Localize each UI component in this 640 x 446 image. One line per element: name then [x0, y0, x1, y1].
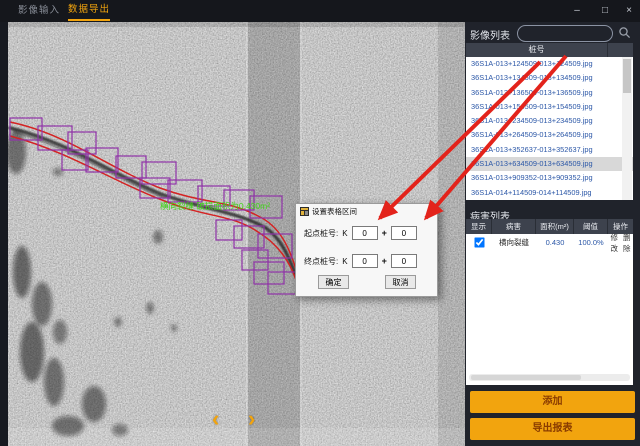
show-defect-checkbox[interactable] [474, 237, 484, 247]
list-item[interactable]: 36S1A-013+634509-013+634509.jpg [466, 157, 633, 171]
defect-list: 横向裂缝 0.430 100.0% 修改 删除 [466, 234, 633, 385]
defect-threshold: 100.0% [574, 238, 608, 247]
list-item[interactable]: 36S1A-013+264509-013+264509.jpg [466, 128, 633, 142]
end-stake-row: 终点桩号: K + [304, 254, 417, 268]
dialog-title: 设置表格区间 [312, 206, 357, 217]
horizontal-scrollbar[interactable] [469, 374, 630, 381]
tab-image-input[interactable]: 影像输入 [18, 0, 60, 22]
next-image-button[interactable]: › [248, 408, 255, 430]
list-item[interactable]: 36S1A-013+136509-013+136509.jpg [466, 86, 633, 100]
search-box [517, 25, 613, 42]
prev-image-button[interactable]: ‹ [212, 408, 219, 430]
table-row: 横向裂缝 0.430 100.0% 修改 删除 [466, 234, 633, 251]
image-list-header: 桩号 [466, 43, 633, 57]
start-stake-km-input[interactable] [352, 226, 378, 240]
column-area: 面积(m²) [536, 219, 574, 234]
start-stake-m-input[interactable] [391, 226, 417, 240]
scrollbar-thumb[interactable] [623, 59, 631, 93]
top-bar: 影像输入 数据导出 – □ × [0, 0, 640, 22]
end-stake-m-input[interactable] [391, 254, 417, 268]
export-report-button[interactable]: 导出报表 [470, 418, 635, 440]
cancel-button[interactable]: 取消 [385, 275, 416, 289]
image-list: 36S1A-013+124509-013+124509.jpg36S1A-013… [466, 57, 633, 200]
start-stake-label: 起点桩号: [304, 228, 338, 239]
search-icon[interactable] [618, 26, 631, 39]
add-button[interactable]: 添加 [470, 391, 635, 413]
list-item[interactable]: 36S1A-014+114509-014+114509.jpg [466, 186, 633, 200]
search-input[interactable] [525, 30, 609, 44]
column-defect: 病害 [492, 219, 536, 234]
stake-prefix: K [342, 257, 347, 266]
dialog-close-button[interactable]: × [428, 204, 433, 218]
ok-button[interactable]: 确定 [318, 275, 349, 289]
list-item[interactable]: 36S1A-013+352637-013+352637.jpg [466, 143, 633, 157]
stake-prefix: K [342, 229, 347, 238]
plus-sign: + [382, 228, 387, 238]
column-stake-number: 桩号 [466, 43, 608, 57]
plus-sign: + [382, 256, 387, 266]
list-item[interactable]: 36S1A-013+124509-013+124509.jpg [466, 57, 633, 71]
column-show: 显示 [466, 219, 492, 234]
set-table-range-dialog: 设置表格区间 × 起点桩号: K + 终点桩号: K + 确定 取消 [295, 203, 438, 297]
minimize-icon[interactable]: – [568, 0, 586, 22]
vertical-scrollbar[interactable] [622, 57, 632, 200]
end-stake-label: 终点桩号: [304, 256, 338, 267]
end-stake-km-input[interactable] [352, 254, 378, 268]
close-icon[interactable]: × [620, 0, 638, 22]
defect-area: 0.430 [536, 238, 574, 247]
dialog-icon [300, 207, 309, 216]
list-item[interactable]: 36S1A-013+134509-013+134509.jpg [466, 71, 633, 85]
defect-annotation-label: 横向裂缝 破损面积为0.430m² [160, 201, 270, 211]
column-threshold: 阈值 [574, 219, 608, 234]
start-stake-row: 起点桩号: K + [304, 226, 417, 240]
list-item[interactable]: 36S1A-013+154509-013+154509.jpg [466, 100, 633, 114]
right-panel: 影像列表 桩号 36S1A-013+124509-013+124509.jpg3… [465, 22, 640, 446]
delete-link[interactable]: 删除 [623, 232, 632, 254]
list-item[interactable]: 36S1A-013+909352-013+909352.jpg [466, 171, 633, 185]
left-margin [0, 22, 8, 446]
dialog-title-bar: 设置表格区间 × [296, 204, 437, 218]
image-list-title: 影像列表 [470, 27, 510, 42]
list-item[interactable]: 36S1A-013+234509-013+234509.jpg [466, 114, 633, 128]
defect-name: 横向裂缝 [492, 237, 536, 248]
scrollbar-thumb[interactable] [471, 375, 581, 380]
tab-data-export[interactable]: 数据导出 [68, 0, 110, 21]
maximize-icon[interactable]: □ [596, 0, 614, 22]
edit-link[interactable]: 修改 [610, 232, 619, 254]
